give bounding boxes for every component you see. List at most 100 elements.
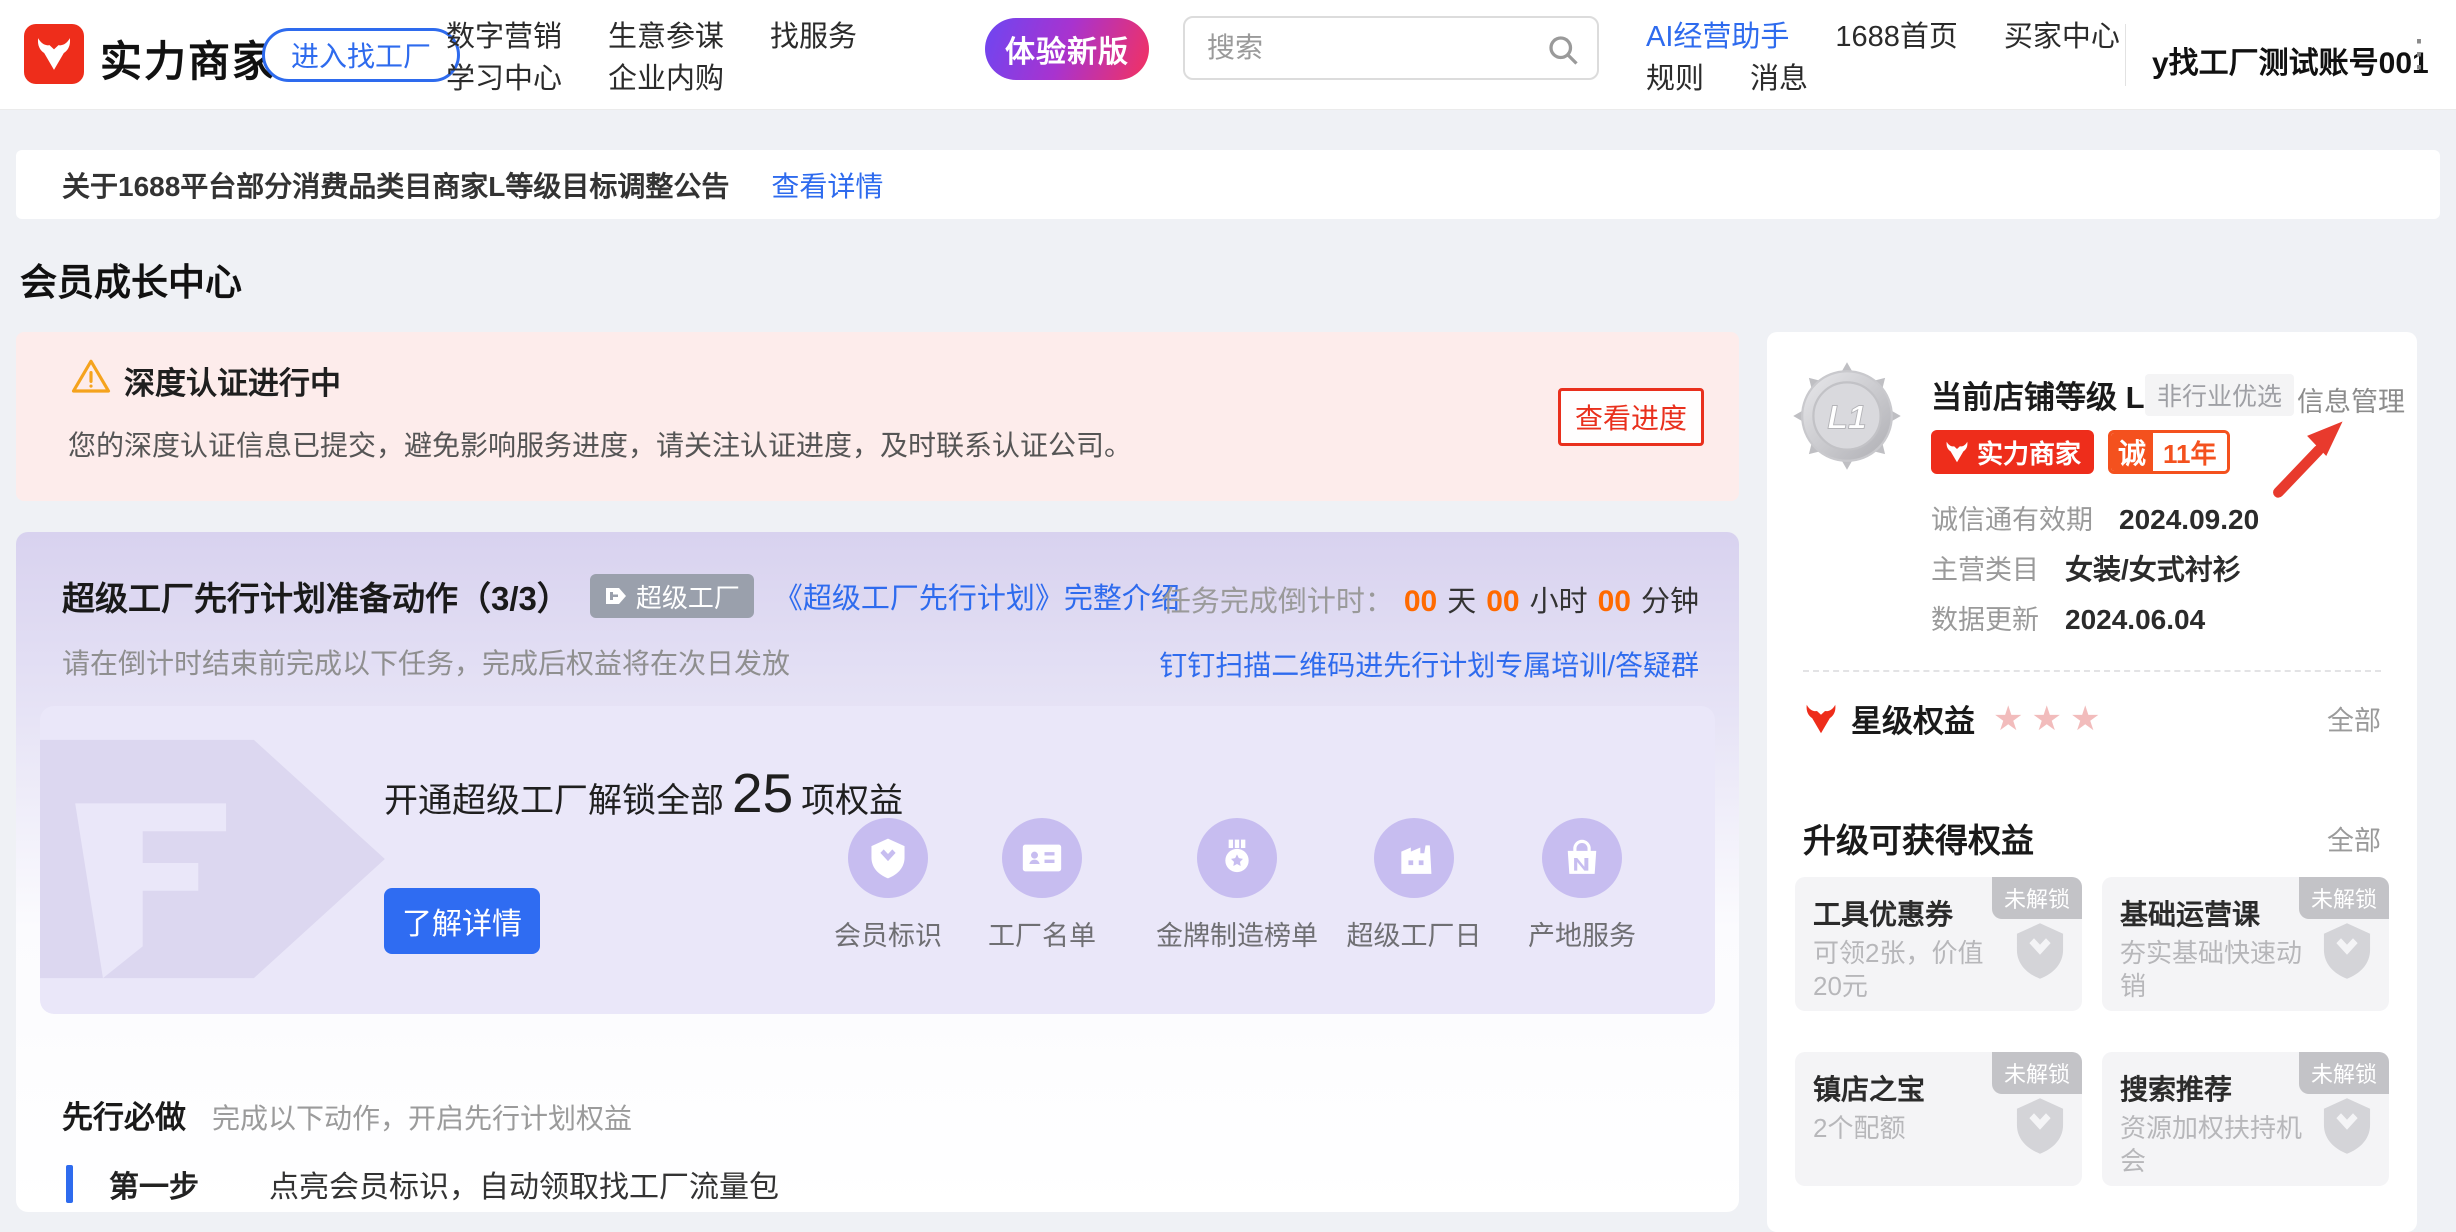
locked-badge: 未解锁 [1992,1052,2082,1094]
main-nav: 数字营销 生意参谋 找服务 学习中心 企业内购 [446,13,857,97]
warning-icon [70,356,112,398]
step-marker [66,1165,73,1203]
buyer-center-link[interactable]: 买家中心 [2004,13,2120,55]
todo-header: 先行必做 完成以下动作，开启先行计划权益 [62,1092,632,1137]
locked-shield-icon [2319,921,2375,981]
bull-icon [1944,439,1970,465]
nav-find-services[interactable]: 找服务 [770,13,857,55]
enter-find-factory-button[interactable]: 进入找工厂 [262,28,460,82]
svg-text:L1: L1 [1827,399,1866,436]
page-title: 会员成长中心 [20,252,242,306]
benefit-card-search-recommend[interactable]: 搜索推荐 资源加权扶持机会 未解锁 [2102,1052,2389,1186]
id-card-icon [1022,838,1062,878]
benefit-count: 25 [724,762,801,824]
countdown: 任务完成倒计时： 00 天 00 小时 00 分钟 [1162,578,1699,620]
member-badge-icon [868,837,908,880]
info-row-validity: 诚信通有效期2024.09.20 [1931,498,2259,537]
plan-title: 超级工厂先行计划准备动作（3/3） [62,572,570,620]
step-text: 点亮会员标识，自动领取找工厂流量包 [269,1162,779,1206]
nav-learning-center[interactable]: 学习中心 [446,55,562,97]
cheng-icon: 诚 [2111,433,2153,471]
view-progress-button[interactable]: 查看进度 [1558,388,1704,446]
todo-step-row: 第一步 点亮会员标识，自动领取找工厂流量包 [66,1162,779,1206]
countdown-minutes: 00 [1598,585,1631,619]
medal-icon [1217,838,1257,878]
locked-badge: 未解锁 [2299,1052,2389,1094]
upgrade-benefit-cards: 工具优惠券 可领2张，价值20元 未解锁 基础运营课 夯实基础快速动销 未解锁 … [1795,877,2389,1186]
star-benefits-header: 星级权益 ★★★ 全部 [1803,696,2381,741]
ai-assistant-link[interactable]: AI经营助手 [1646,13,1789,55]
todo-title: 先行必做 [62,1092,186,1137]
try-new-version-button[interactable]: 体验新版 [985,18,1149,80]
header-links: AI经营助手 1688首页 买家中心 规则 消息 [1646,13,2120,97]
countdown-label: 任务完成倒计时： [1162,578,1394,620]
header-divider [2125,24,2126,86]
locked-shield-icon [2319,1096,2375,1156]
more-menu-icon[interactable]: ⋮ [2400,30,2438,78]
benefit-origin-service[interactable]: 产地服务 [1472,818,1692,953]
brand-logo-icon [24,24,84,84]
certification-alert: 深度认证进行中 您的深度认证信息已提交，避免影响服务进度，请关注认证进度，及时联… [16,332,1739,501]
upgrade-benefits-title: 升级可获得权益 [1803,814,2034,862]
announcement-bar: 关于1688平台部分消费品类目商家L等级目标调整公告 查看详情 [16,150,2440,219]
learn-more-button[interactable]: 了解详情 [384,888,540,954]
home-1688-link[interactable]: 1688首页 [1835,13,1958,55]
star-benefits-all-link[interactable]: 全部 [2327,699,2381,738]
merchant-badge: 实力商家 [1931,430,2094,474]
upgrade-benefits-all-link[interactable]: 全部 [2327,819,2381,858]
announcement-detail-link[interactable]: 查看详情 [771,165,883,205]
nav-business-advisor[interactable]: 生意参谋 [608,13,724,55]
benefit-card-basic-course[interactable]: 基础运营课 夯实基础快速动销 未解锁 [2102,877,2389,1011]
dashed-divider [1803,670,2381,672]
rules-link[interactable]: 规则 [1646,55,1704,97]
top-header: 实力商家 进入找工厂 数字营销 生意参谋 找服务 学习中心 企业内购 体验新版 … [0,0,2456,110]
level-medal-icon: L1 [1791,360,1903,472]
pentagon-flag-icon [604,584,628,608]
unlock-benefits-banner: 开通超级工厂解锁全部25项权益 了解详情 会员标识 工厂名单 金牌制造榜单 超级… [40,706,1715,1014]
plan-subtitle: 请在倒计时结束前完成以下任务，完成后权益将在次日发放 [62,642,790,682]
benefit-card-tool-coupon[interactable]: 工具优惠券 可领2张，价值20元 未解锁 [1795,877,2082,1011]
step-label: 第一步 [109,1162,199,1206]
bag-icon [1563,839,1601,877]
messages-link[interactable]: 消息 [1750,55,1808,97]
ghost-logo-icon [40,724,434,994]
locked-badge: 未解锁 [1992,877,2082,919]
countdown-hours-unit: 小时 [1530,578,1588,620]
info-row-data-update: 数据更新2024.06.04 [1931,598,2205,637]
factory-icon [1395,839,1433,877]
benefit-factory-list[interactable]: 工厂名单 [932,818,1152,953]
level-title: 当前店铺等级 L1 [1931,372,2162,417]
countdown-hours: 00 [1486,585,1519,619]
locked-shield-icon [2012,921,2068,981]
super-factory-badge: 超级工厂 [590,574,754,618]
account-name[interactable]: y找工厂测试账号001 [2152,38,2429,82]
search-icon[interactable] [1545,32,1581,68]
countdown-days: 00 [1404,585,1437,619]
nav-digital-marketing[interactable]: 数字营销 [446,13,562,55]
star-benefits-title: 星级权益 [1851,696,1975,741]
super-factory-plan-card: 超级工厂先行计划准备动作（3/3） 超级工厂 《超级工厂先行计划》完整介绍 任务… [16,532,1739,1212]
bull-icon [1803,701,1839,737]
alert-body: 您的深度认证信息已提交，避免影响服务进度，请关注认证进度，及时联系认证公司。 [68,424,1132,464]
info-row-category: 主营类目女装/女式衬衫 [1931,548,2241,588]
countdown-minutes-unit: 分钟 [1641,578,1699,620]
alert-title: 深度认证进行中 [124,358,341,403]
countdown-days-unit: 天 [1447,578,1476,620]
upgrade-benefits-header: 升级可获得权益 全部 [1803,814,2381,862]
chengxintong-badge: 诚 11年 [2108,430,2230,474]
todo-subtitle: 完成以下动作，开启先行计划权益 [212,1097,632,1137]
cheng-years: 11年 [2153,433,2227,471]
shop-level-panel: L1 当前店铺等级 L1 非行业优选 信息管理 实力商家 诚 11年 诚信通有效… [1767,332,2417,1232]
annotation-arrow-icon [2261,410,2357,502]
nav-enterprise-purchase[interactable]: 企业内购 [608,55,724,97]
plan-intro-link[interactable]: 《超级工厂先行计划》完整介绍 [774,575,1180,617]
dingtalk-group-link[interactable]: 钉钉扫描二维码进先行计划专属培训/答疑群 [1159,644,1699,684]
brand-title: 实力商家 [100,28,276,89]
search-input[interactable] [1185,18,1597,78]
locked-shield-icon [2012,1096,2068,1156]
announcement-text: 关于1688平台部分消费品类目商家L等级目标调整公告 [62,165,729,205]
search-box [1183,16,1599,80]
locked-badge: 未解锁 [2299,877,2389,919]
benefit-card-shop-treasure[interactable]: 镇店之宝 2个配额 未解锁 [1795,1052,2082,1186]
star-icons: ★★★ [1993,699,2108,739]
